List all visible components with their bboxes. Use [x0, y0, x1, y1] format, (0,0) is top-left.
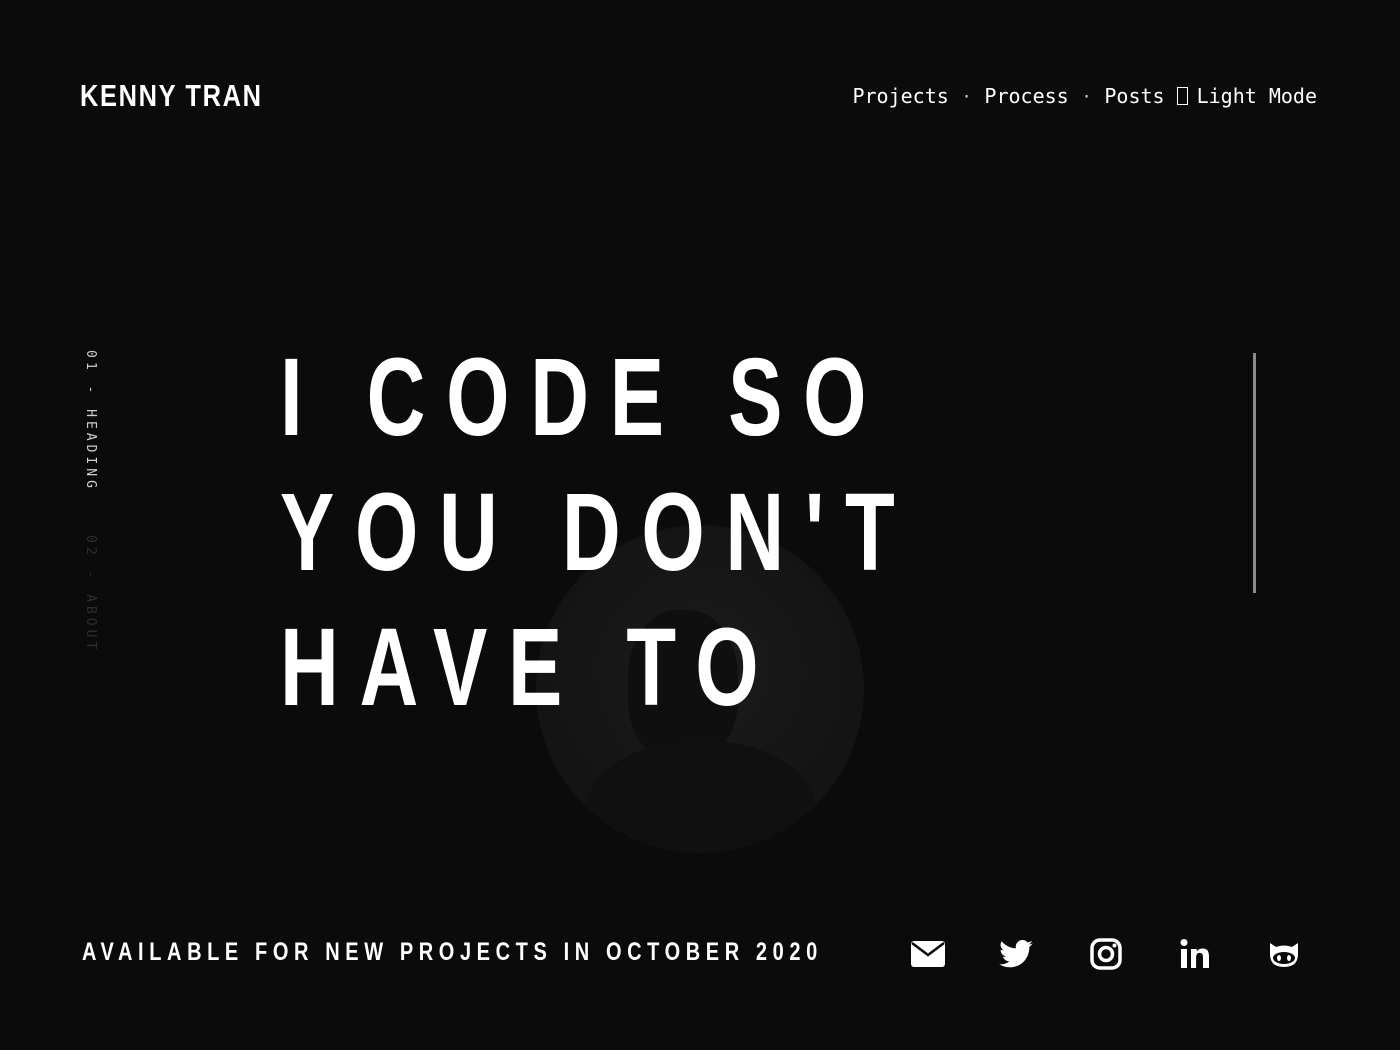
nav-process-link[interactable]: Process	[984, 84, 1068, 108]
nav-posts-link[interactable]: Posts	[1104, 84, 1164, 108]
hero-line-1: I CODE SO	[280, 336, 888, 459]
instagram-icon[interactable]	[1088, 936, 1124, 972]
main-nav: Projects · Process · Posts Light Mode	[852, 84, 1317, 108]
hero-line-2: YOU DON'T	[280, 471, 916, 594]
nav-separator: ·	[961, 86, 972, 106]
theme-toggle-icon[interactable]	[1176, 87, 1188, 105]
github-icon[interactable]	[1266, 936, 1302, 972]
twitter-icon[interactable]	[998, 936, 1034, 972]
section-label-heading[interactable]: 01 - HEADING	[83, 350, 98, 492]
mail-icon[interactable]	[910, 936, 946, 972]
section-label-about[interactable]: 02 - ABOUT	[83, 535, 98, 653]
linkedin-icon[interactable]	[1177, 936, 1213, 972]
site-logo[interactable]: KENNY TRAN	[80, 78, 263, 114]
light-mode-toggle[interactable]: Light Mode	[1197, 84, 1317, 108]
hero-headline: I CODE SO YOU DON'T HAVE TO	[280, 330, 915, 735]
portrait-shoulders-shape	[586, 740, 816, 853]
scroll-indicator	[1253, 353, 1256, 593]
hero-line-3: HAVE TO	[280, 606, 780, 729]
nav-projects-link[interactable]: Projects	[852, 84, 948, 108]
social-links	[0, 936, 1400, 972]
nav-separator: ·	[1081, 86, 1092, 106]
